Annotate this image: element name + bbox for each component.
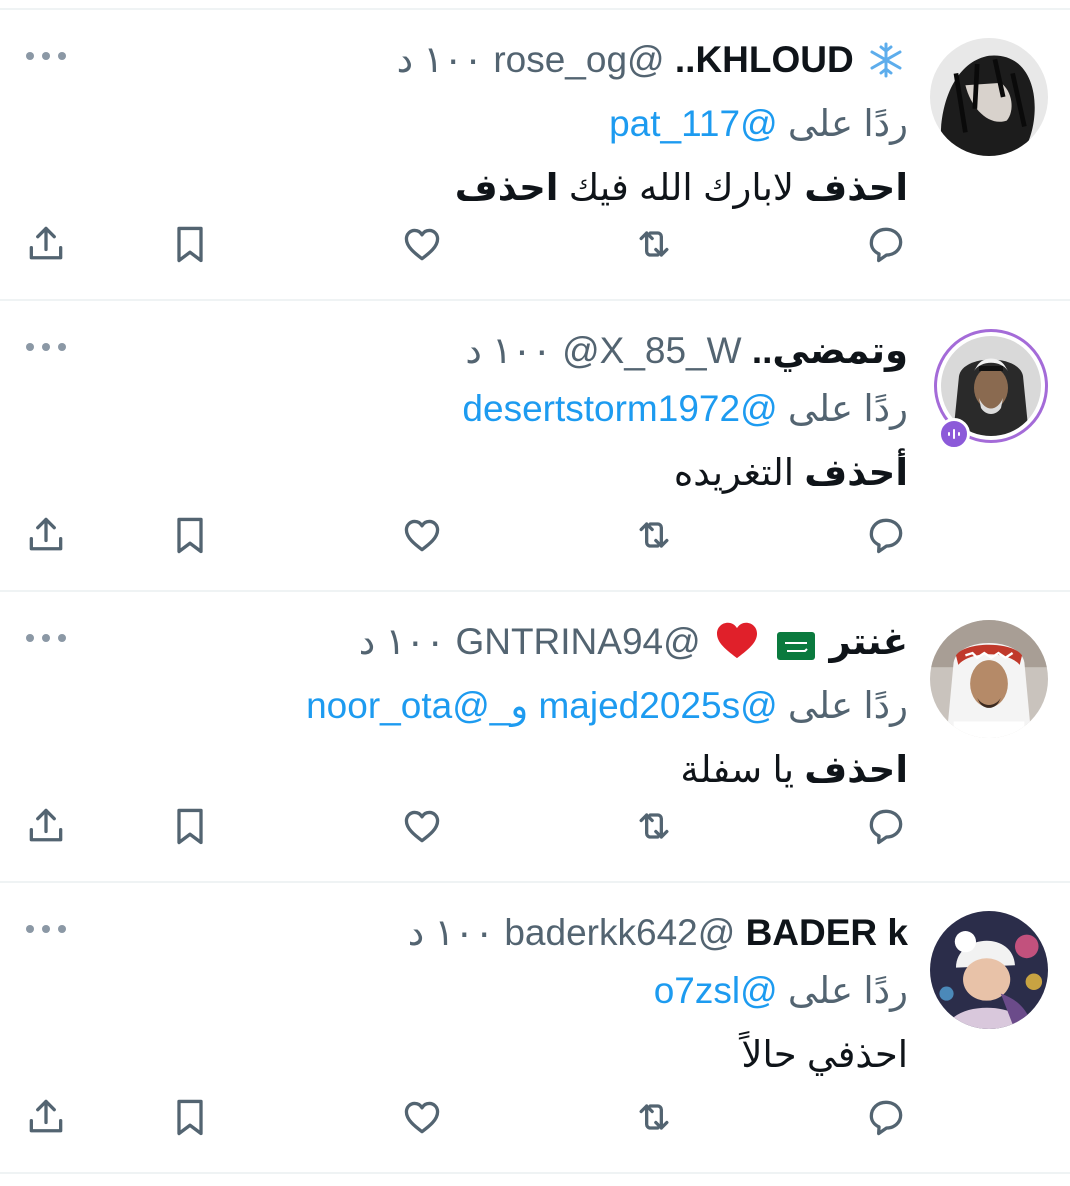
retweet-icon[interactable] [630, 802, 678, 850]
timestamp[interactable]: ١٠٠ د [359, 621, 445, 662]
timestamp[interactable]: ١٠٠ د [465, 330, 551, 371]
share-icon[interactable] [22, 511, 70, 559]
snowflake-icon [868, 38, 904, 94]
reply-mention-link[interactable]: @desertstorm1972 [462, 388, 777, 429]
tweet[interactable]: غنتر @GNTRINA94 ١٠٠ د ردًا على @majed202… [0, 592, 1070, 883]
reply-mention-link[interactable]: @o7zsl [654, 970, 778, 1011]
like-icon[interactable] [398, 802, 446, 850]
tweet-header: KHLOUD.. @rose_og ١٠٠ د [28, 32, 908, 94]
reply-icon[interactable] [862, 802, 910, 850]
timestamp[interactable]: ١٠٠ د [408, 912, 494, 953]
reply-icon[interactable] [862, 511, 910, 559]
retweet-icon[interactable] [630, 1093, 678, 1141]
text-bold: احذف [454, 167, 559, 208]
avatar[interactable] [930, 911, 1048, 1029]
reply-context: ردًا على @117_pat [28, 96, 908, 152]
avatar[interactable] [930, 620, 1048, 738]
share-icon[interactable] [22, 1093, 70, 1141]
more-icon[interactable] [26, 925, 66, 937]
tweet-actions [0, 511, 1070, 571]
text-bold: احذف [804, 749, 908, 790]
reply-context: ردًا على @majed2025s و_@noor_ota [28, 678, 908, 734]
tweet-actions [0, 1093, 1070, 1153]
more-icon[interactable] [26, 52, 66, 64]
like-icon[interactable] [398, 220, 446, 268]
user-handle[interactable]: @GNTRINA94 [455, 621, 700, 662]
tweet-actions [0, 220, 1070, 280]
text-normal: لابارك الله فيك [558, 167, 805, 208]
tweet[interactable]: BADER k @baderkk642 ١٠٠ د ردًا على @o7zs… [0, 883, 1070, 1174]
text-bold: احذف [804, 167, 908, 208]
space-badge-icon [938, 418, 970, 450]
reply-icon[interactable] [862, 1093, 910, 1141]
red-heart-icon [715, 620, 759, 676]
tweet[interactable]: KHLOUD.. @rose_og ١٠٠ د ردًا على @117_pa… [0, 10, 1070, 301]
reply-context: ردًا على @o7zsl [28, 963, 908, 1019]
like-icon[interactable] [398, 1093, 446, 1141]
user-handle[interactable]: @baderkk642 [504, 912, 735, 953]
saudi-flag-icon [777, 620, 816, 676]
share-icon[interactable] [22, 802, 70, 850]
retweet-icon[interactable] [630, 511, 678, 559]
reply-mention-link[interactable]: @117_pat [609, 103, 778, 144]
more-icon[interactable] [26, 343, 66, 355]
reply-prefix: ردًا على [787, 970, 908, 1011]
tweet-text: احذفي حالاً [28, 1027, 908, 1083]
bookmark-icon[interactable] [166, 1093, 214, 1141]
reply-prefix: ردًا على [787, 103, 908, 144]
text-normal: التغريده [673, 452, 805, 493]
text-normal: يا سفلة [680, 749, 805, 790]
bookmark-icon[interactable] [166, 511, 214, 559]
display-name[interactable]: KHLOUD.. [675, 39, 854, 80]
tweet-actions [0, 802, 1070, 862]
share-icon[interactable] [22, 220, 70, 268]
bookmark-icon[interactable] [166, 220, 214, 268]
reply-prefix: ردًا على [787, 388, 908, 429]
user-handle[interactable]: @rose_og [493, 39, 664, 80]
tweet-header: غنتر @GNTRINA94 ١٠٠ د [28, 614, 908, 676]
display-name[interactable]: وتمضي.. [752, 330, 908, 371]
timestamp[interactable]: ١٠٠ د [397, 39, 483, 80]
text-normal: احذفي حالاً [741, 1034, 908, 1075]
text-bold: أحذف [804, 452, 908, 493]
tweet-header: وتمضي.. X_85_W@ ١٠٠ د [28, 323, 908, 379]
reply-mention-link[interactable]: @majed2025s و_@noor_ota [306, 685, 778, 726]
bookmark-icon[interactable] [166, 802, 214, 850]
user-handle[interactable]: X_85_W@ [562, 330, 741, 371]
tweet-header: BADER k @baderkk642 ١٠٠ د [28, 905, 908, 961]
reply-prefix: ردًا على [787, 685, 908, 726]
avatar[interactable] [930, 38, 1048, 156]
tweet-text: أحذف التغريده [28, 445, 908, 501]
reply-feed: KHLOUD.. @rose_og ١٠٠ د ردًا على @117_pa… [0, 10, 1070, 1174]
reply-icon[interactable] [862, 220, 910, 268]
more-icon[interactable] [26, 634, 66, 646]
tweet-text: احذف يا سفلة [28, 742, 908, 798]
like-icon[interactable] [398, 511, 446, 559]
tweet-text: احذف لابارك الله فيك احذف [28, 160, 908, 216]
reply-context: ردًا على @desertstorm1972 [28, 381, 908, 437]
tweet[interactable]: وتمضي.. X_85_W@ ١٠٠ د ردًا على @desertst… [0, 301, 1070, 592]
display-name[interactable]: BADER k [746, 912, 908, 953]
retweet-icon[interactable] [630, 220, 678, 268]
display-name[interactable]: غنتر [830, 621, 909, 662]
